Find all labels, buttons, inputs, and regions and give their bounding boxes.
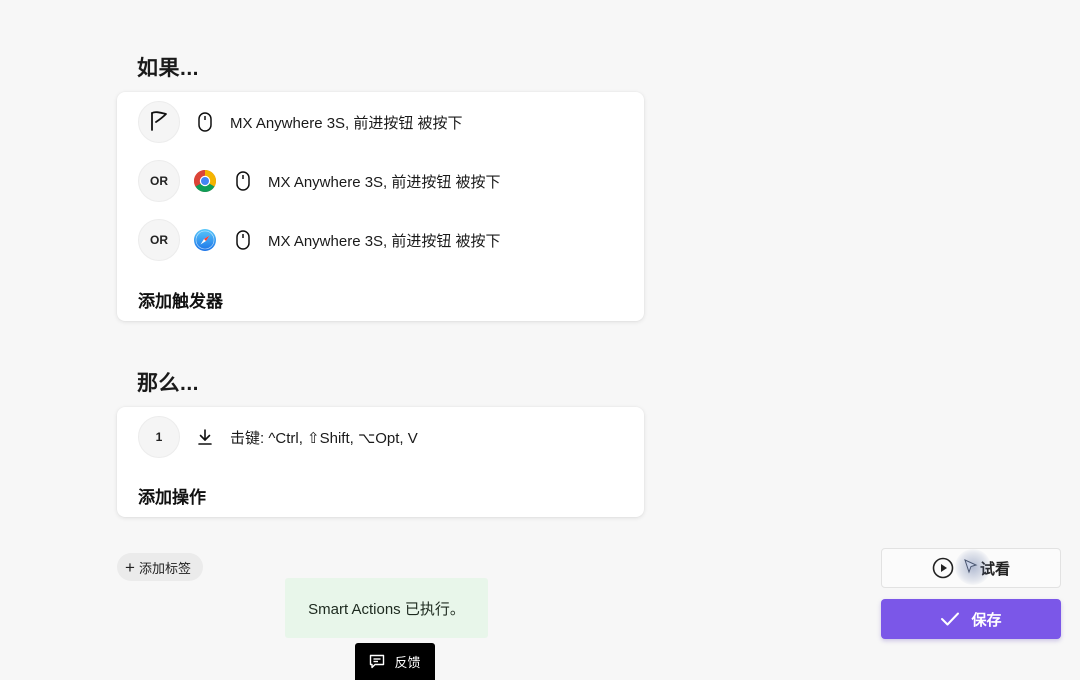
trigger-row[interactable]: MX Anywhere 3S, 前进按钮 被按下 bbox=[138, 101, 463, 143]
toast-text: Smart Actions 已执行。 bbox=[308, 600, 465, 618]
add-tag-label: 添加标签 bbox=[138, 560, 191, 576]
plus-icon: + bbox=[125, 557, 135, 577]
save-button[interactable]: 保存 bbox=[881, 599, 1061, 639]
then-section-title: 那么... bbox=[137, 372, 200, 395]
actions-card: 1 击键: ^Ctrl, ⇧Shift, ⌥Opt, V 添加操作 bbox=[117, 407, 644, 517]
add-tag-button[interactable]: + 添加标签 bbox=[117, 553, 203, 581]
trigger-row[interactable]: OR MX Anywhere 3S, 前进按钮 被按下 bbox=[138, 160, 501, 202]
or-badge: OR bbox=[138, 219, 180, 261]
flag-icon bbox=[147, 109, 171, 136]
safari-icon bbox=[192, 227, 218, 253]
execution-toast: Smart Actions 已执行。 bbox=[285, 578, 488, 638]
mouse-cursor-icon bbox=[964, 559, 978, 580]
trigger-text: MX Anywhere 3S, 前进按钮 被按下 bbox=[230, 114, 463, 132]
add-trigger-button[interactable]: 添加触发器 bbox=[138, 287, 223, 312]
action-row[interactable]: 1 击键: ^Ctrl, ⇧Shift, ⌥Opt, V bbox=[138, 416, 418, 458]
download-icon bbox=[194, 426, 216, 448]
trigger-row[interactable]: OR MX Anywhere 3S, 前进按钮 被按下 bbox=[138, 219, 501, 261]
mouse-icon bbox=[194, 111, 216, 133]
trigger-text: MX Anywhere 3S, 前进按钮 被按下 bbox=[268, 232, 501, 250]
chrome-icon bbox=[192, 168, 218, 194]
action-text: 击键: ^Ctrl, ⇧Shift, ⌥Opt, V bbox=[230, 429, 418, 447]
or-badge: OR bbox=[138, 160, 180, 202]
check-icon bbox=[940, 611, 960, 627]
mouse-icon bbox=[232, 229, 254, 251]
play-circle-icon bbox=[932, 557, 954, 579]
triggers-card: MX Anywhere 3S, 前进按钮 被按下 OR MX Anywhere … bbox=[117, 92, 644, 321]
trigger-badge bbox=[138, 101, 180, 143]
feedback-icon bbox=[369, 654, 385, 669]
action-number-badge: 1 bbox=[138, 416, 180, 458]
if-section-title: 如果... bbox=[137, 57, 200, 80]
smart-action-editor: 如果... MX Anywhere 3S, 前进按钮 被按下 OR MX Any… bbox=[0, 0, 1080, 680]
trigger-text: MX Anywhere 3S, 前进按钮 被按下 bbox=[268, 173, 501, 191]
add-action-button[interactable]: 添加操作 bbox=[138, 483, 206, 508]
mouse-icon bbox=[232, 170, 254, 192]
feedback-button[interactable]: 反馈 bbox=[355, 643, 435, 680]
feedback-label: 反馈 bbox=[394, 655, 421, 670]
save-label: 保存 bbox=[971, 611, 1002, 629]
